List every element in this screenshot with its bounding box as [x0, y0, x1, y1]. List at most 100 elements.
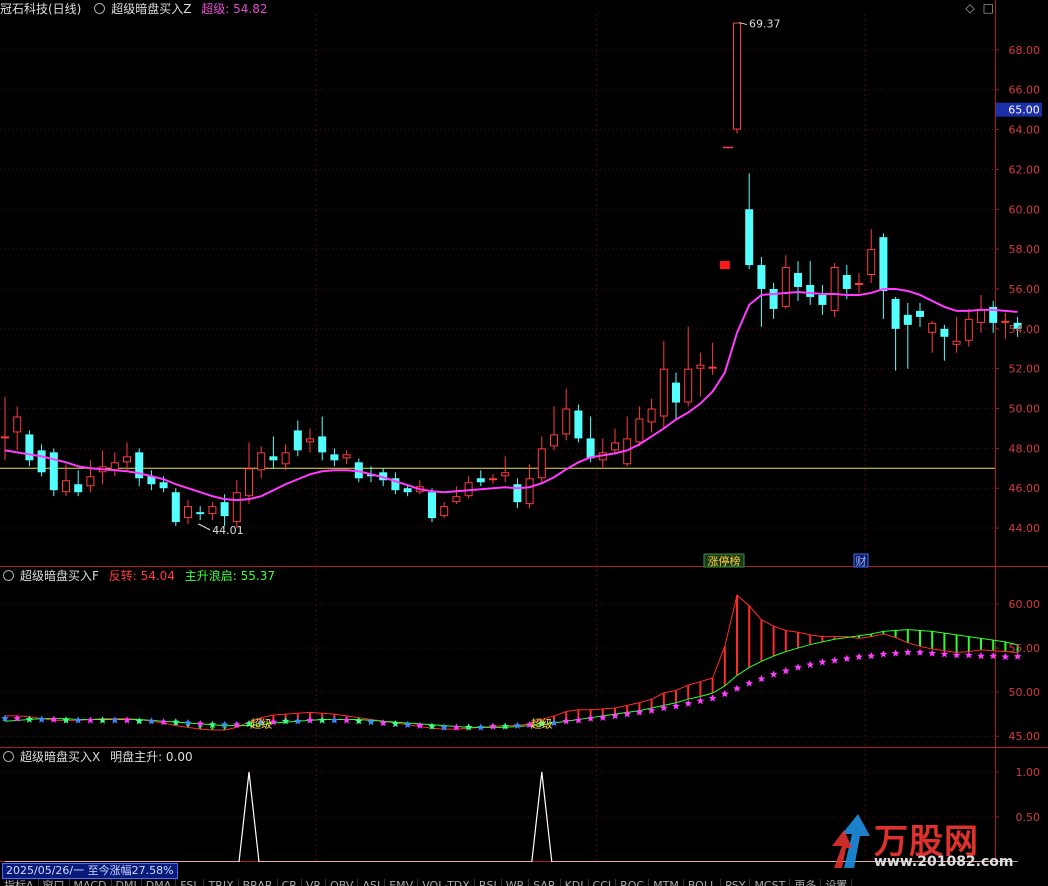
- y-tick-label: 66.00: [1009, 84, 1041, 97]
- chart-canvas[interactable]: 68.00 66.00 64.00 62.00 60.00 58.00 56.00 54.00…: [0, 0, 1048, 862]
- indicator-tab[interactable]: MTM: [649, 879, 684, 886]
- indicator-tab[interactable]: 指标A: [0, 879, 39, 886]
- star-marker: [635, 708, 644, 716]
- star-marker: [379, 719, 387, 727]
- candle-body: [903, 314, 912, 325]
- star-marker: [403, 720, 412, 728]
- candle-body: [684, 368, 693, 403]
- indicator-tab[interactable]: DMA: [142, 879, 177, 886]
- candle-body: [659, 368, 668, 417]
- current-price-label: 65.00: [1008, 104, 1040, 117]
- indicator-tab[interactable]: BOLL: [684, 879, 722, 886]
- indicator-tab[interactable]: FSL: [176, 879, 205, 886]
- candle-body: [281, 452, 290, 465]
- indicator-tab[interactable]: RSI: [475, 879, 502, 886]
- candle-body: [184, 506, 192, 519]
- main-wave-line: [4, 629, 1018, 728]
- star-marker: [489, 722, 497, 730]
- star-marker: [159, 718, 168, 726]
- watermark-logo: 万股网 www.201082.com: [830, 812, 1040, 874]
- candle-body: [269, 456, 278, 461]
- candle-body: [867, 249, 876, 276]
- indicator-tab[interactable]: SAR: [529, 879, 561, 886]
- indicator-tab[interactable]: BRAR: [239, 879, 278, 886]
- star-marker: [843, 654, 851, 662]
- indicator-tab[interactable]: CCI: [589, 879, 617, 886]
- candle-body: [940, 328, 949, 337]
- candle-body: [62, 480, 70, 493]
- star-marker: [147, 717, 156, 725]
- candle-body: [74, 484, 83, 493]
- candle-body: [428, 492, 436, 519]
- indicator-tab[interactable]: WR: [502, 879, 530, 886]
- indicator-tab[interactable]: PSY: [721, 879, 751, 886]
- indicator-tab[interactable]: KDJ: [561, 879, 589, 886]
- star-marker: [904, 648, 912, 656]
- indicator-tab[interactable]: MACD: [70, 879, 112, 886]
- candle-body: [403, 488, 412, 493]
- candle-body: [964, 318, 973, 341]
- candle-body: [952, 340, 961, 345]
- candle-body: [977, 308, 985, 323]
- indicator-tab[interactable]: 更多: [790, 879, 822, 886]
- candle-body: [306, 438, 314, 443]
- candle-body: [171, 492, 180, 523]
- star-marker: [696, 696, 705, 705]
- star-marker: [342, 716, 351, 724]
- star-marker: [806, 660, 814, 669]
- range-status[interactable]: 2025/05/26/一 至今涨幅27.58%: [2, 863, 178, 879]
- candle-body: [635, 418, 644, 443]
- indicator-tab[interactable]: MCST: [750, 879, 791, 886]
- y-tick-label: 56.00: [1009, 283, 1041, 296]
- finance-label: 财: [856, 554, 867, 568]
- candle-body: [13, 416, 22, 433]
- y-tick-label: 60.00: [1009, 203, 1041, 216]
- indicator-tab[interactable]: ASI: [358, 879, 386, 886]
- candle-body: [537, 448, 546, 479]
- candle-body: [672, 382, 680, 403]
- indicator-tab[interactable]: ROC: [616, 879, 650, 886]
- indicator-tab[interactable]: DMI: [112, 879, 142, 886]
- y-tick-label: 54.00: [1009, 323, 1041, 336]
- star-marker: [62, 716, 70, 724]
- indicator-tab[interactable]: CR: [278, 879, 302, 886]
- candle-body: [647, 408, 656, 423]
- high-annotation: 69.37: [749, 18, 781, 31]
- star-marker: [391, 719, 400, 728]
- candle-body: [586, 438, 595, 459]
- candle-body: [928, 322, 937, 333]
- candle-body: [257, 452, 266, 471]
- star-marker: [50, 715, 58, 723]
- candle-body: [916, 310, 924, 317]
- indicator-tab[interactable]: VR: [302, 879, 327, 886]
- candle-body: [489, 478, 497, 481]
- y-tick-label: 1.00: [1016, 766, 1041, 779]
- candle-body: [611, 442, 619, 451]
- indicator-tab[interactable]: OBV: [326, 879, 359, 886]
- y-tick-label: 62.00: [1009, 163, 1041, 176]
- candle-body: [781, 267, 790, 307]
- candlestick-series: [1, 22, 1022, 529]
- candle-body: [513, 484, 522, 503]
- candle-body: [110, 462, 119, 471]
- candle-body: [891, 298, 900, 329]
- candle-body: [855, 282, 863, 285]
- indicator-tab[interactable]: EMV: [385, 879, 419, 886]
- indicator-tab[interactable]: 窗口: [39, 879, 70, 886]
- indicator-tab[interactable]: VOL-TDX: [418, 879, 475, 886]
- candle-body: [86, 476, 95, 487]
- y-tick-label: 46.00: [1009, 482, 1041, 495]
- star-marker: [733, 684, 741, 692]
- y-tick-label: 48.00: [1009, 442, 1041, 455]
- star-marker: [928, 649, 936, 657]
- star-marker: [623, 710, 631, 718]
- star-marker: [513, 721, 522, 729]
- candle-body: [196, 512, 205, 515]
- candle-body: [525, 478, 534, 505]
- indicator-tab[interactable]: 设置: [821, 879, 853, 886]
- y-tick-label: 55.00: [1009, 642, 1041, 655]
- signal-label: 超级: [531, 716, 553, 730]
- indicator-tab[interactable]: TRIX: [204, 879, 239, 886]
- candle-body: [37, 450, 46, 473]
- candle-body: [769, 288, 778, 309]
